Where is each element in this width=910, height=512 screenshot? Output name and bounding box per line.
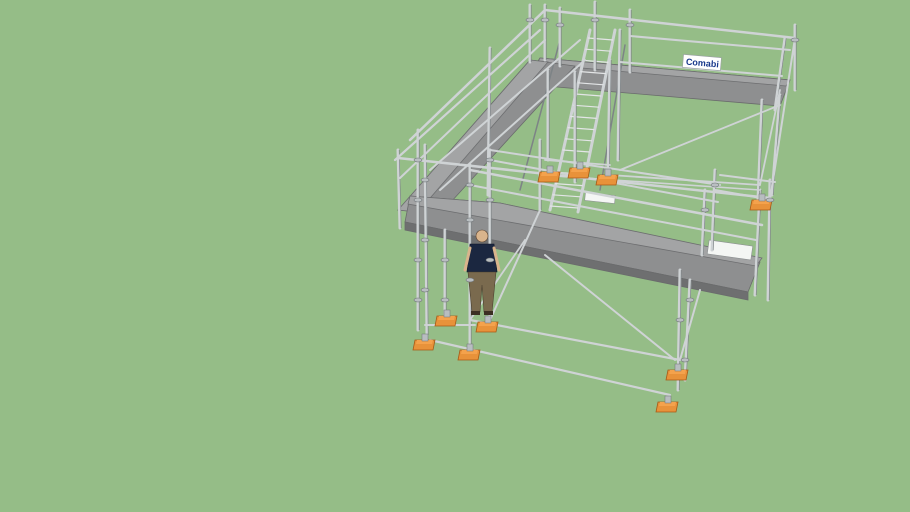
stair-step <box>585 48 611 52</box>
rosette-node <box>413 157 423 163</box>
rosette-node <box>413 257 423 263</box>
rosette-node <box>420 237 430 243</box>
rosette-node <box>413 297 423 303</box>
stair-step <box>572 104 600 108</box>
rosette-node <box>525 17 535 23</box>
rosette-node <box>465 182 475 188</box>
rosette-node <box>485 157 495 163</box>
rosette-node <box>485 257 495 263</box>
rosette-node <box>465 277 475 283</box>
stair-step <box>555 183 583 187</box>
stair-step <box>587 37 614 41</box>
base-plate <box>655 395 679 413</box>
rosette-node <box>765 197 775 203</box>
stair-step <box>565 138 593 142</box>
rosette-node <box>485 197 495 203</box>
rosette-node <box>710 182 720 188</box>
rosette-node <box>790 37 800 43</box>
rosette-node <box>555 22 565 28</box>
rosette-node <box>540 17 550 23</box>
rosette-node <box>680 357 690 363</box>
rosette-node <box>420 287 430 293</box>
rosette-node <box>420 177 430 183</box>
rosette-node <box>625 22 635 28</box>
stair-step <box>552 194 581 198</box>
rosette-node <box>675 317 685 323</box>
stair-step <box>549 205 579 209</box>
rosette-node <box>465 217 475 223</box>
rosette-node <box>440 257 450 263</box>
rosette-node <box>590 17 600 23</box>
stair-step <box>575 93 602 97</box>
base-plate <box>434 309 458 327</box>
stair-step <box>567 127 595 131</box>
scaffold-model: Comabi <box>393 0 800 413</box>
rosette-node <box>700 207 710 213</box>
rosette-node <box>685 297 695 303</box>
rosette-node <box>440 297 450 303</box>
base-plate <box>412 333 436 351</box>
base-plate <box>595 168 619 186</box>
3d-viewport[interactable]: Comabi <box>0 0 910 512</box>
rosette-node <box>413 197 423 203</box>
base-plate <box>475 315 499 333</box>
